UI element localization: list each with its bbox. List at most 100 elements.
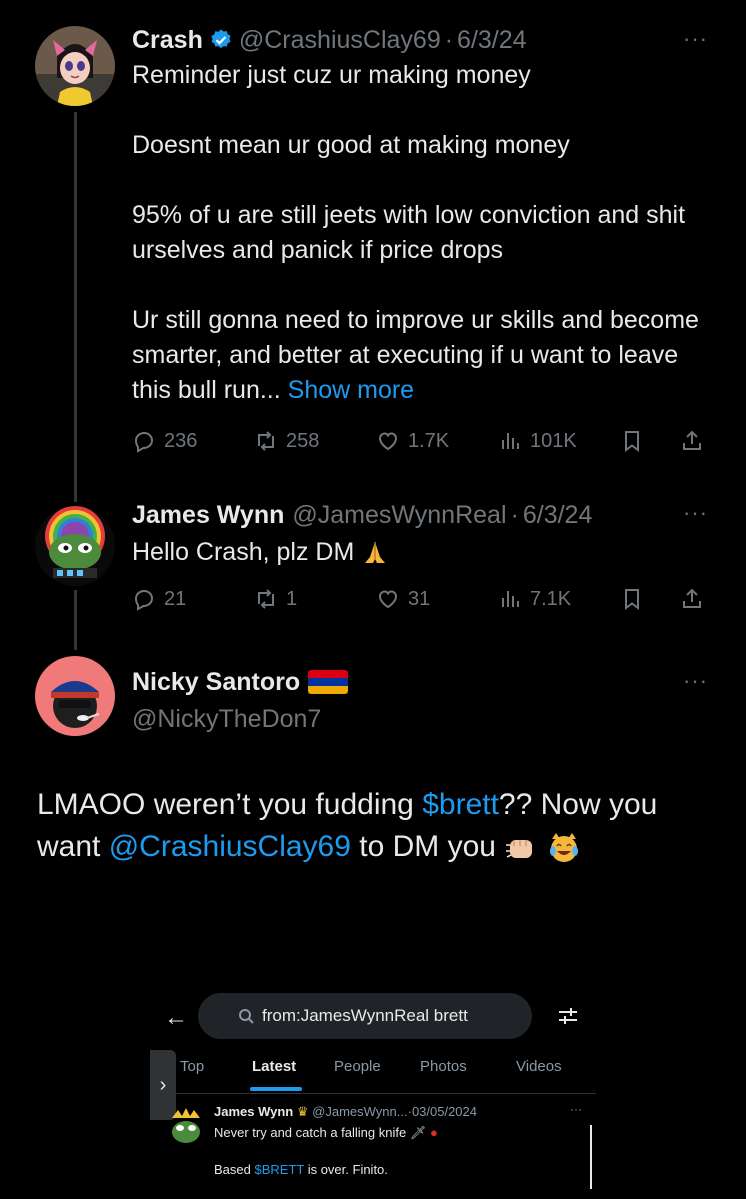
separator-dot: · bbox=[510, 500, 519, 529]
share-button[interactable] bbox=[680, 587, 704, 611]
fist-emoji-icon bbox=[506, 840, 533, 859]
scrollbar[interactable] bbox=[590, 1125, 592, 1189]
like-button[interactable]: 31 bbox=[376, 587, 430, 611]
reply-count: 21 bbox=[164, 587, 187, 610]
repost-count: 258 bbox=[286, 429, 320, 452]
views-icon bbox=[502, 591, 519, 607]
tab-top[interactable]: Top bbox=[180, 1058, 204, 1075]
repost-count: 1 bbox=[286, 587, 298, 610]
handle[interactable]: @JamesWynn... bbox=[312, 1104, 407, 1119]
crown-icon: ♛ bbox=[296, 1104, 309, 1119]
avatar-james-wynn[interactable] bbox=[35, 506, 115, 586]
tweet-paragraph: Doesnt mean ur good at making money bbox=[132, 131, 570, 159]
reply-icon bbox=[134, 431, 154, 453]
tweet-date[interactable]: 6/3/24 bbox=[523, 501, 593, 530]
tweet-paragraph: Ur still gonna need to improve ur skills… bbox=[132, 303, 702, 408]
views-icon bbox=[502, 433, 519, 449]
embedded-screenshot: ← from:JamesWynnReal brett › Top Latest … bbox=[150, 990, 596, 1199]
like-count: 1.7K bbox=[408, 429, 450, 452]
bookmark-button[interactable] bbox=[620, 587, 644, 611]
avatar-crash[interactable] bbox=[35, 26, 115, 106]
share-icon bbox=[683, 588, 701, 608]
display-name[interactable]: Nicky Santoro bbox=[132, 668, 300, 697]
more-options-icon[interactable]: ··· bbox=[683, 668, 708, 694]
search-tabs: Top Latest People Photos Videos bbox=[150, 1052, 596, 1092]
tweet-header: James Wynn @JamesWynnReal · 6/3/24 bbox=[132, 498, 592, 532]
drop-of-blood-icon: ● bbox=[429, 1125, 438, 1140]
reply-button[interactable]: 236 bbox=[132, 429, 197, 453]
tweet-body: Reminder just cuz ur making money Doesnt… bbox=[132, 58, 722, 408]
back-arrow-icon[interactable]: ← bbox=[164, 1004, 188, 1032]
divider bbox=[150, 1093, 596, 1094]
heart-icon bbox=[378, 590, 398, 609]
reply-count: 236 bbox=[164, 429, 198, 452]
mention-link[interactable]: @CrashiusClay69 bbox=[109, 830, 351, 863]
search-input[interactable]: from:JamesWynnReal brett bbox=[198, 993, 532, 1039]
reply-header: Nicky Santoro bbox=[132, 664, 349, 700]
views-button[interactable]: 101K bbox=[498, 429, 577, 453]
tab-photos[interactable]: Photos bbox=[420, 1058, 467, 1075]
tweet-date[interactable]: 6/3/24 bbox=[457, 26, 527, 55]
search-value: from:JamesWynnReal brett bbox=[262, 1006, 468, 1025]
display-name[interactable]: James Wynn bbox=[132, 501, 284, 530]
bookmark-icon bbox=[625, 431, 639, 452]
mini-tweet-line: is over. Finito. bbox=[304, 1162, 388, 1177]
reply-text-part: to DM you bbox=[350, 830, 496, 863]
separator-dot: · bbox=[444, 25, 454, 54]
view-count: 7.1K bbox=[530, 587, 572, 610]
cashtag-link[interactable]: $BRETT bbox=[254, 1162, 304, 1177]
tweet-header: Crash @CrashiusClay69 · 6/3/24 bbox=[132, 23, 527, 57]
heart-icon bbox=[378, 432, 398, 451]
tab-latest[interactable]: Latest bbox=[252, 1058, 296, 1075]
like-count: 31 bbox=[408, 587, 431, 610]
reply-text-part: LMAOO weren’t you fudding bbox=[37, 788, 423, 821]
repost-icon bbox=[258, 431, 274, 451]
armenia-flag-icon bbox=[308, 670, 349, 694]
cashtag-link[interactable]: $brett bbox=[422, 788, 499, 821]
show-more-link[interactable]: Show more bbox=[288, 376, 414, 404]
verified-badge-icon bbox=[211, 29, 231, 49]
tweet-text: Hello Crash, plz DM bbox=[132, 538, 355, 566]
avatar-mini-james-wynn[interactable] bbox=[168, 1108, 204, 1144]
share-button[interactable] bbox=[680, 429, 704, 453]
share-icon bbox=[683, 430, 701, 450]
tweet-paragraph: Reminder just cuz ur making money bbox=[132, 61, 531, 89]
knife-emoji-icon: 🗡 bbox=[409, 1125, 427, 1140]
avatar-nicky-santoro[interactable] bbox=[35, 656, 115, 736]
repost-button[interactable]: 1 bbox=[254, 587, 297, 611]
reply-icon bbox=[134, 589, 154, 611]
mini-tweet-line: Never try and catch a falling knife bbox=[214, 1125, 407, 1140]
reply-button[interactable]: 21 bbox=[132, 587, 186, 611]
search-icon bbox=[239, 1009, 254, 1024]
mini-tweet-text: Based $BRETT is over. Finito. bbox=[214, 1162, 388, 1177]
bookmark-button[interactable] bbox=[620, 429, 644, 453]
thread-line-2 bbox=[74, 590, 77, 650]
folded-hands-emoji-icon bbox=[365, 542, 386, 564]
repost-button[interactable]: 258 bbox=[254, 429, 319, 453]
more-options-icon[interactable]: ··· bbox=[683, 500, 708, 526]
more-options-icon[interactable]: ··· bbox=[683, 26, 708, 52]
bookmark-icon bbox=[625, 589, 639, 610]
tweet-body: Hello Crash, plz DM bbox=[132, 535, 722, 570]
handle[interactable]: @NickyTheDon7 bbox=[132, 705, 321, 734]
repost-icon bbox=[258, 589, 274, 609]
tab-people[interactable]: People bbox=[334, 1058, 381, 1075]
tab-videos[interactable]: Videos bbox=[516, 1058, 562, 1075]
display-name[interactable]: Crash bbox=[132, 26, 203, 55]
like-button[interactable]: 1.7K bbox=[376, 429, 449, 453]
reply-body: LMAOO weren’t you fudding $brett?? Now y… bbox=[37, 784, 717, 868]
thread-line-1 bbox=[74, 112, 77, 502]
more-options-icon[interactable]: ··· bbox=[570, 1102, 582, 1116]
tweet-date[interactable]: 03/05/2024 bbox=[412, 1104, 477, 1119]
tweet-paragraph: 95% of u are still jeets with low convic… bbox=[132, 201, 686, 264]
active-tab-indicator bbox=[250, 1087, 302, 1091]
handle[interactable]: @JamesWynnReal bbox=[292, 501, 506, 530]
tweet-paragraph-text: Ur still gonna need to improve ur skills… bbox=[132, 306, 699, 404]
handle[interactable]: @CrashiusClay69 bbox=[239, 26, 441, 55]
views-button[interactable]: 7.1K bbox=[498, 587, 571, 611]
reply-handle-row: @NickyTheDon7 bbox=[132, 702, 321, 736]
tweet-actions: 21 1 31 7.1K bbox=[132, 582, 708, 616]
mini-tweet-text: Never try and catch a falling knife 🗡 ● bbox=[214, 1125, 438, 1141]
filter-sliders-icon[interactable] bbox=[556, 1004, 580, 1028]
mini-display-name[interactable]: James Wynn bbox=[214, 1104, 293, 1119]
